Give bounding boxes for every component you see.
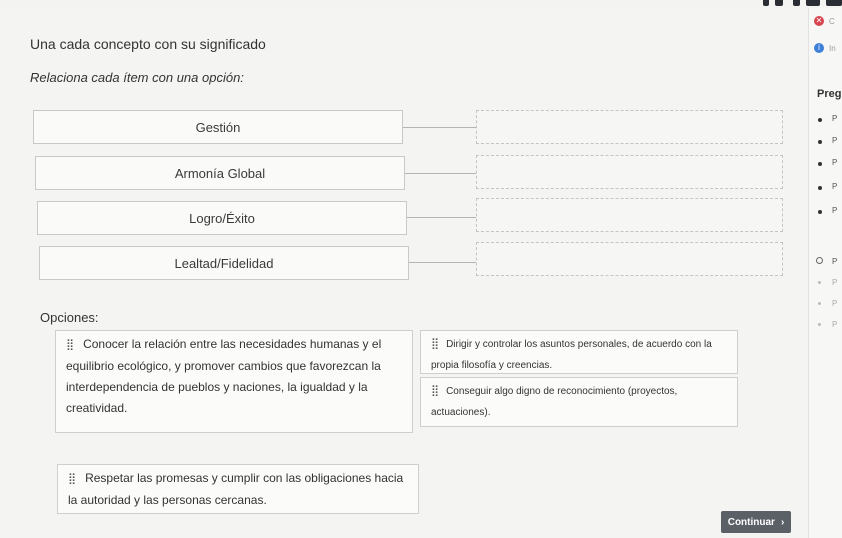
question-item[interactable]: P <box>832 158 837 167</box>
question-bullet <box>818 118 822 122</box>
drop-zone[interactable] <box>476 242 783 276</box>
question-item[interactable]: P <box>832 320 837 329</box>
connector-line <box>407 217 476 218</box>
instructions: Relaciona cada ítem con una opción: <box>30 70 244 85</box>
current-question-radio[interactable] <box>816 257 823 264</box>
concept-item: Gestión <box>33 110 403 144</box>
info-text: In <box>829 44 836 53</box>
question-item[interactable]: P <box>832 114 837 123</box>
concept-item: Armonía Global <box>35 156 405 190</box>
toolbar-mark <box>775 0 783 6</box>
questions-header: Pregu <box>817 88 842 100</box>
toolbar-mark <box>826 0 842 6</box>
question-bullet <box>818 302 821 305</box>
drop-zone[interactable] <box>476 155 783 189</box>
draggable-option[interactable]: ⣿ Conseguir algo digno de reconocimiento … <box>420 377 738 427</box>
drag-handle-icon[interactable]: ⣿ <box>68 469 76 490</box>
info-icon[interactable]: i <box>814 43 824 53</box>
draggable-option[interactable]: ⣿ Respetar las promesas y cumplir con las… <box>57 464 419 514</box>
toolbar-mark <box>806 0 820 6</box>
question-item[interactable]: P <box>832 278 837 287</box>
question-item[interactable]: P <box>832 299 837 308</box>
connector-line <box>403 127 476 128</box>
question-bullet <box>818 210 822 214</box>
concept-item: Logro/Éxito <box>37 201 407 235</box>
option-text: Dirigir y controlar los asuntos personal… <box>431 339 712 371</box>
question-bullet <box>818 323 821 326</box>
toolbar-mark <box>793 0 800 6</box>
question-item[interactable]: P <box>832 136 837 145</box>
chevron-right-icon: › <box>780 516 785 528</box>
drop-zone[interactable] <box>476 198 783 232</box>
continue-label: Continuar <box>727 516 775 528</box>
drag-handle-icon[interactable]: ⣿ <box>431 334 439 355</box>
drag-handle-icon[interactable]: ⣿ <box>431 381 439 402</box>
question-bullet <box>818 281 821 284</box>
top-strip <box>0 0 842 8</box>
question-item[interactable]: P <box>832 182 837 191</box>
options-heading: Opciones: <box>40 310 99 325</box>
page-title: Una cada concepto con su significado <box>30 36 266 52</box>
connector-line <box>405 173 476 174</box>
question-bullet <box>818 186 822 190</box>
toolbar-mark <box>763 0 769 6</box>
question-bullet <box>818 162 822 166</box>
question-bullet <box>818 140 822 144</box>
question-item[interactable]: P <box>832 206 837 215</box>
drop-zone[interactable] <box>476 110 783 144</box>
option-text: Conocer la relación entre las necesidade… <box>66 337 382 415</box>
concept-item: Lealtad/Fidelidad <box>39 246 409 280</box>
close-icon[interactable]: ✕ <box>814 16 824 26</box>
draggable-option[interactable]: ⣿ Dirigir y controlar los asuntos persona… <box>420 330 738 374</box>
continue-button[interactable]: Continuar › <box>721 511 791 533</box>
close-text: C <box>829 17 835 26</box>
connector-line <box>409 262 476 263</box>
question-item[interactable]: P <box>832 257 837 266</box>
draggable-option[interactable]: ⣿ Conocer la relación entre las necesidad… <box>55 330 413 433</box>
option-text: Respetar las promesas y cumplir con las … <box>68 471 404 507</box>
drag-handle-icon[interactable]: ⣿ <box>66 335 74 356</box>
option-text: Conseguir algo digno de reconocimiento (… <box>431 386 678 418</box>
